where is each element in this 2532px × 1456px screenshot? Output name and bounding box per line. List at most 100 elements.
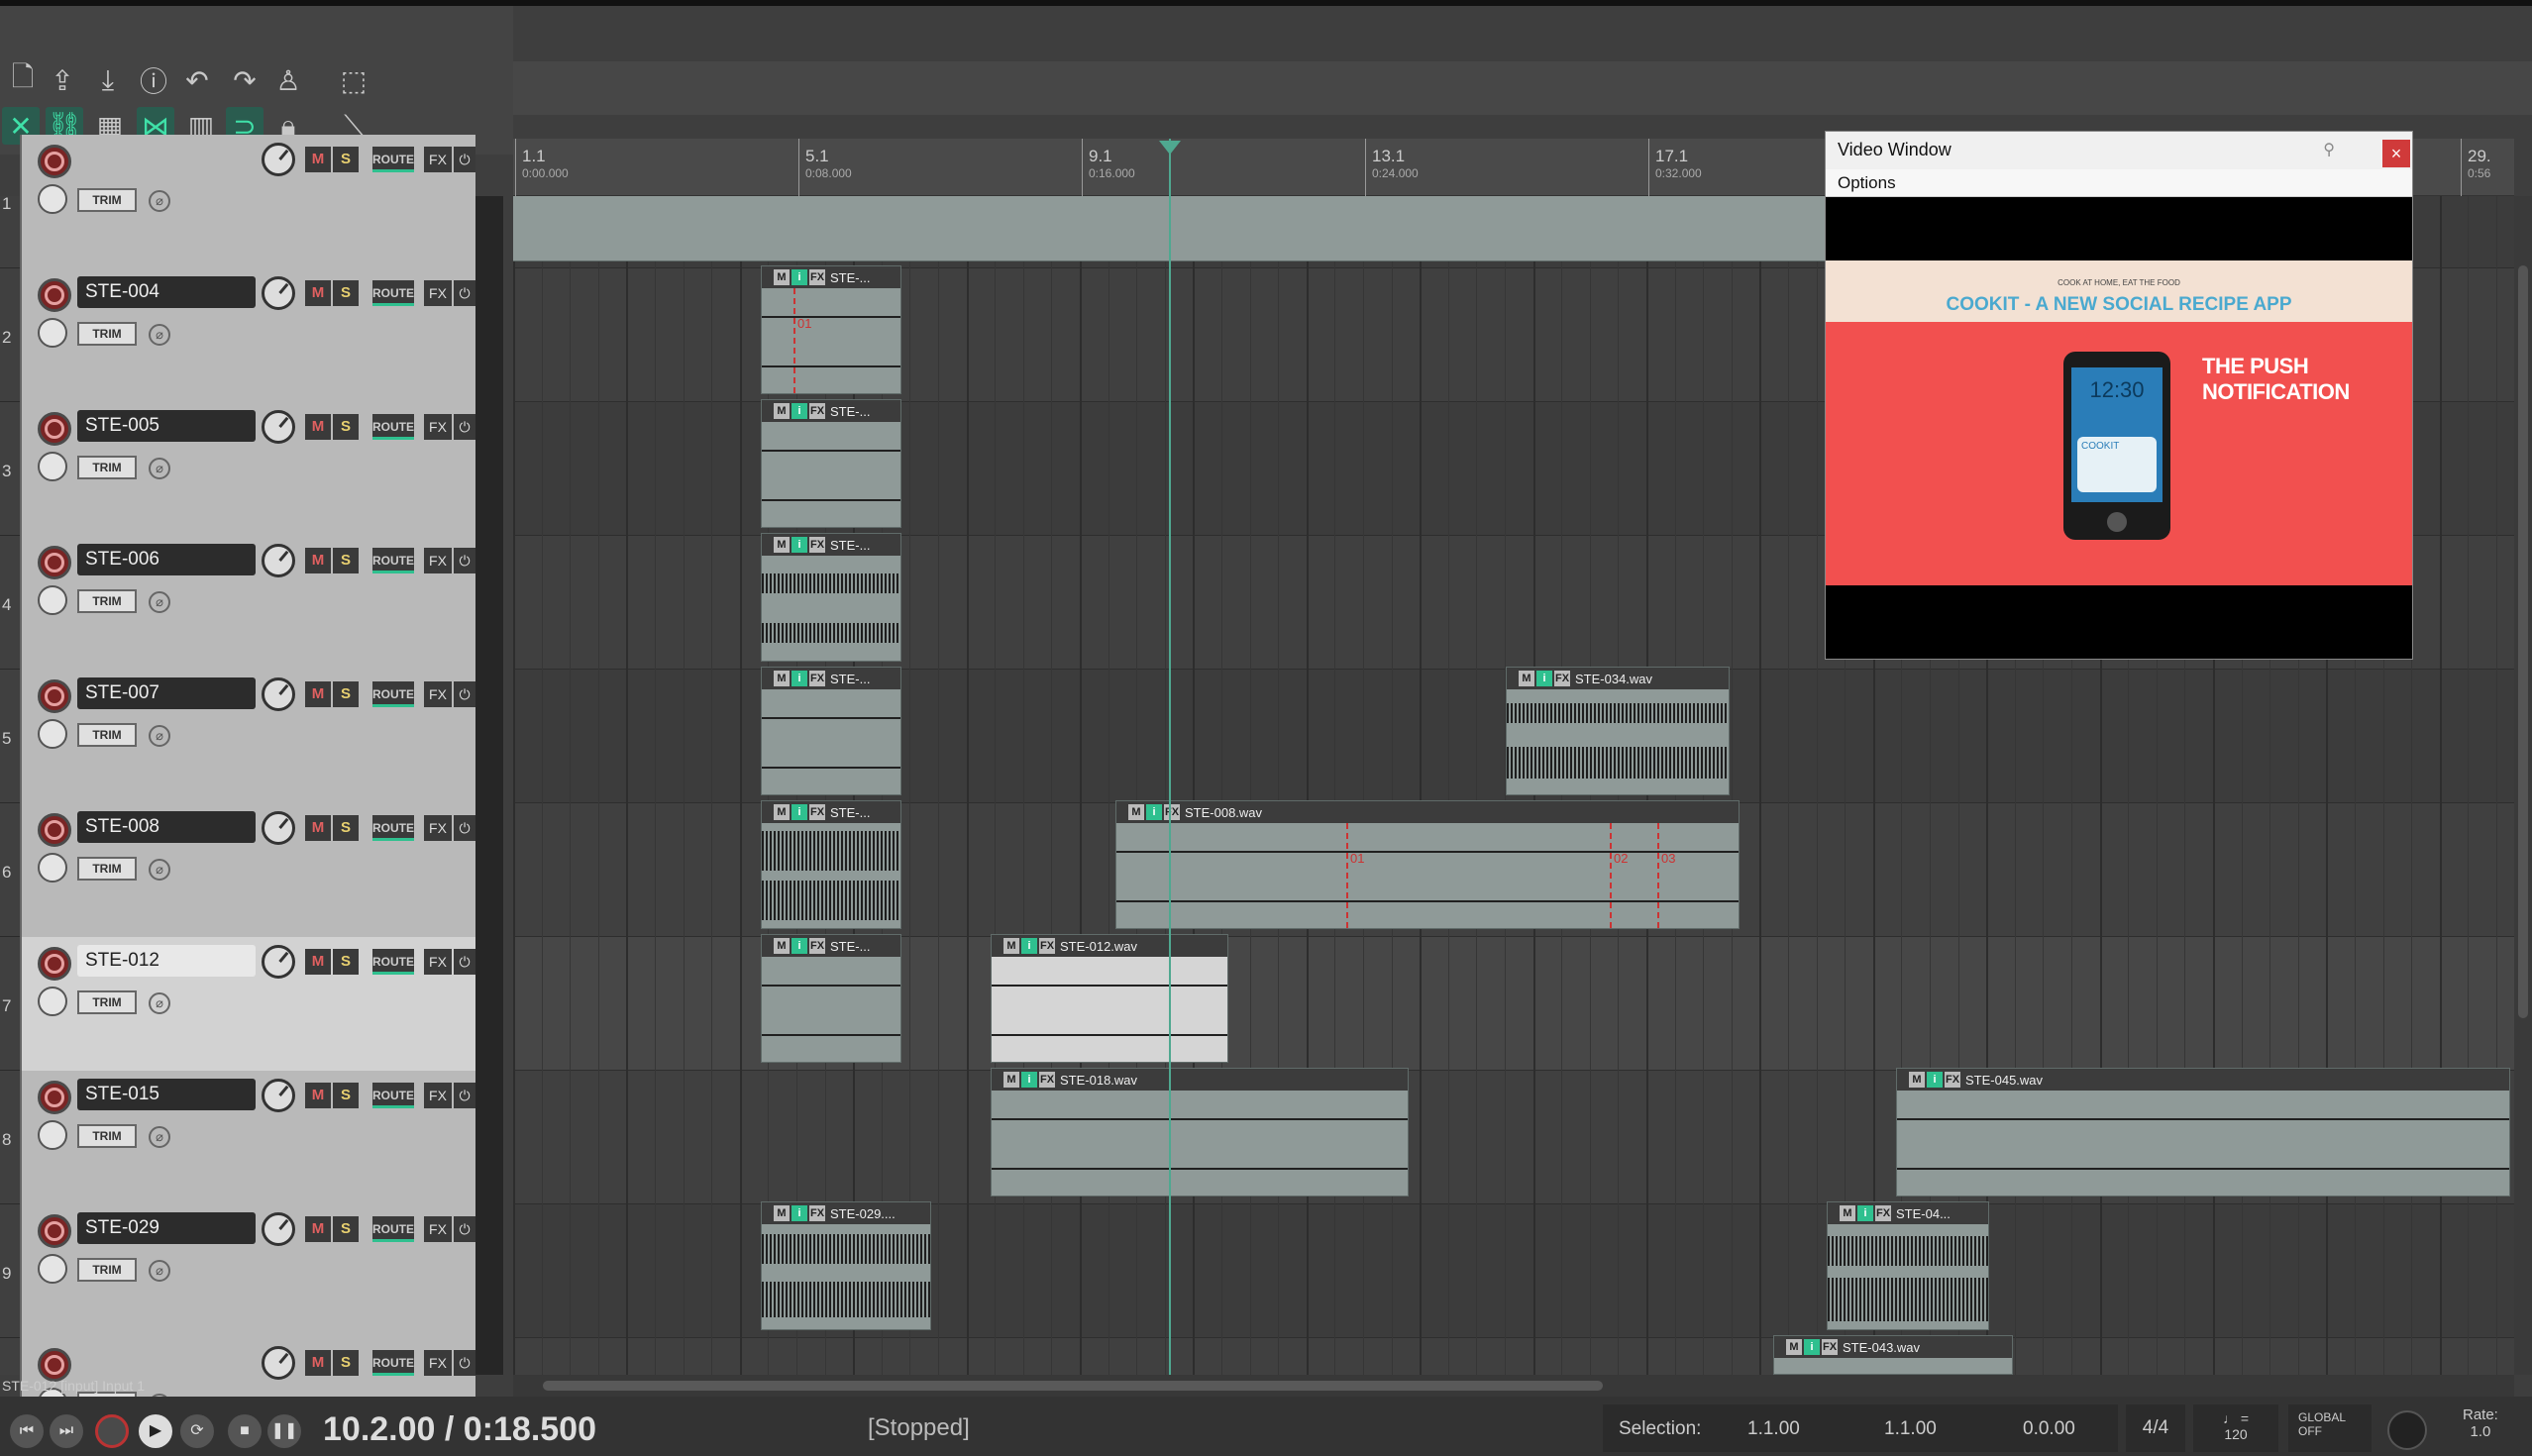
volume-knob[interactable] <box>262 811 295 845</box>
volume-knob[interactable] <box>262 143 295 176</box>
horizontal-scrollbar[interactable] <box>513 1375 2514 1397</box>
mute-button[interactable]: M <box>305 414 331 440</box>
mute-button[interactable]: M <box>305 280 331 306</box>
track-name[interactable]: STE-008 <box>77 811 256 843</box>
fx-button[interactable]: FX <box>424 681 452 707</box>
track-name[interactable]: STE-029 <box>77 1212 256 1244</box>
solo-button[interactable]: S <box>333 1350 359 1376</box>
track-control-panel[interactable]: STE-004 M S ROUTE FX ⏻ TRIM ⌀ <box>20 268 475 402</box>
trim-button[interactable]: TRIM <box>77 723 137 747</box>
solo-button[interactable]: S <box>333 1083 359 1108</box>
fx-button[interactable]: FX <box>424 1216 452 1242</box>
phase-invert-button[interactable]: ⌀ <box>149 725 170 747</box>
fx-button[interactable]: FX <box>424 414 452 440</box>
item-fx-button[interactable]: FX <box>809 1205 825 1221</box>
phase-invert-button[interactable]: ⌀ <box>149 1126 170 1148</box>
redo-icon[interactable]: ↷ <box>226 61 264 99</box>
track-name[interactable]: STE-005 <box>77 410 256 442</box>
media-item[interactable]: Mi FX STE-... 01 <box>761 265 901 394</box>
item-fx-button[interactable]: FX <box>809 537 825 553</box>
volume-knob[interactable] <box>262 410 295 444</box>
project-settings-icon[interactable]: ⓘ <box>135 61 172 99</box>
volume-knob[interactable] <box>262 544 295 577</box>
vertical-scroll-thumb[interactable] <box>2518 265 2528 1018</box>
item-mute-button[interactable]: M <box>1003 938 1019 954</box>
selection-end[interactable]: 1.1.00 <box>1884 1418 1937 1440</box>
trim-button[interactable]: TRIM <box>77 322 137 346</box>
record-arm-button[interactable] <box>38 1081 71 1114</box>
media-item[interactable]: Mi FX STE-... <box>761 533 901 662</box>
track-control-panel[interactable]: STE-005 M S ROUTE FX ⏻ TRIM ⌀ <box>20 402 475 536</box>
trim-button[interactable]: TRIM <box>77 188 137 212</box>
fx-button[interactable]: FX <box>424 1350 452 1376</box>
solo-button[interactable]: S <box>333 147 359 172</box>
media-item[interactable]: Mi FX STE-043.wav <box>1773 1335 2013 1375</box>
item-mute-button[interactable]: M <box>774 671 790 686</box>
open-project-icon[interactable]: ⇪ <box>44 61 81 99</box>
track-control-panel[interactable]: STE-008 M S ROUTE FX ⏻ TRIM ⌀ <box>20 803 475 937</box>
track-control-panel[interactable]: STE-015 M S ROUTE FX ⏻ TRIM ⌀ <box>20 1071 475 1204</box>
fx-button[interactable]: FX <box>424 147 452 172</box>
phase-invert-button[interactable]: ⌀ <box>149 458 170 479</box>
playhead-marker[interactable] <box>1159 141 1181 155</box>
item-fx-button[interactable]: FX <box>809 671 825 686</box>
volume-knob[interactable] <box>262 1079 295 1112</box>
solo-button[interactable]: S <box>333 1216 359 1242</box>
fx-bypass-button[interactable]: ⏻ <box>454 280 475 306</box>
track-row[interactable]: 1 M S ROUTE FX ⏻ TRIM ⌀ <box>0 135 475 268</box>
new-project-icon[interactable]: 🗋 <box>4 61 42 99</box>
vertical-scrollbar[interactable] <box>2514 196 2532 1375</box>
track-control-panel[interactable]: STE-006 M S ROUTE FX ⏻ TRIM ⌀ <box>20 536 475 670</box>
fx-button[interactable]: FX <box>424 1083 452 1108</box>
fx-bypass-button[interactable]: ⏻ <box>454 681 475 707</box>
pan-knob[interactable] <box>38 452 67 481</box>
route-button[interactable]: ROUTE <box>372 681 414 707</box>
playhead[interactable] <box>1169 139 1171 1375</box>
mute-button[interactable]: M <box>305 147 331 172</box>
solo-button[interactable]: S <box>333 949 359 975</box>
item-info-button[interactable]: i <box>1536 671 1552 686</box>
media-item[interactable]: Mi FX STE-008.wav 01 02 03 <box>1115 800 1740 929</box>
record-arm-button[interactable] <box>38 679 71 713</box>
track-name[interactable]: STE-006 <box>77 544 256 575</box>
item-mute-button[interactable]: M <box>774 269 790 285</box>
item-mute-button[interactable]: M <box>1840 1205 1855 1221</box>
item-info-button[interactable]: i <box>1857 1205 1873 1221</box>
solo-button[interactable]: S <box>333 280 359 306</box>
solo-button[interactable]: S <box>333 815 359 841</box>
playrate-display[interactable]: Rate: 1.0 <box>2463 1406 2498 1440</box>
route-button[interactable]: ROUTE <box>372 949 414 975</box>
item-fx-button[interactable]: FX <box>1945 1072 1960 1088</box>
media-item[interactable]: Mi FX STE-... <box>761 399 901 528</box>
fx-button[interactable]: FX <box>424 815 452 841</box>
phase-invert-button[interactable]: ⌀ <box>149 992 170 1014</box>
stop-button[interactable]: ■ <box>228 1414 262 1448</box>
track-control-panel[interactable]: STE-007 M S ROUTE FX ⏻ TRIM ⌀ <box>20 670 475 803</box>
item-info-button[interactable]: i <box>791 403 807 419</box>
route-button[interactable]: ROUTE <box>372 414 414 440</box>
fx-button[interactable]: FX <box>424 548 452 573</box>
route-button[interactable]: ROUTE <box>372 815 414 841</box>
track-row[interactable]: 4 STE-006 M S ROUTE FX ⏻ TRIM ⌀ <box>0 536 475 670</box>
item-mute-button[interactable]: M <box>774 804 790 820</box>
selection-start[interactable]: 1.1.00 <box>1747 1418 1800 1440</box>
item-mute-button[interactable]: M <box>1128 804 1144 820</box>
pan-knob[interactable] <box>38 987 67 1016</box>
item-fx-button[interactable]: FX <box>809 804 825 820</box>
item-fx-button[interactable]: FX <box>1164 804 1180 820</box>
track-row[interactable]: 6 STE-008 M S ROUTE FX ⏻ TRIM ⌀ <box>0 803 475 937</box>
fx-bypass-button[interactable]: ⏻ <box>454 147 475 172</box>
close-button[interactable]: × <box>2382 140 2410 167</box>
item-info-button[interactable]: i <box>1804 1339 1820 1355</box>
record-arm-button[interactable] <box>38 813 71 847</box>
selection-display[interactable]: Selection: 1.1.00 1.1.00 0.0.00 <box>1603 1404 2118 1452</box>
mute-button[interactable]: M <box>305 681 331 707</box>
item-mute-button[interactable]: M <box>1519 671 1534 686</box>
route-button[interactable]: ROUTE <box>372 147 414 172</box>
track-control-panel[interactable]: STE-029 M S ROUTE FX ⏻ TRIM ⌀ <box>20 1204 475 1338</box>
item-info-button[interactable]: i <box>791 671 807 686</box>
item-mute-button[interactable]: M <box>774 403 790 419</box>
item-info-button[interactable]: i <box>791 1205 807 1221</box>
mute-button[interactable]: M <box>305 1083 331 1108</box>
phase-invert-button[interactable]: ⌀ <box>149 1260 170 1282</box>
